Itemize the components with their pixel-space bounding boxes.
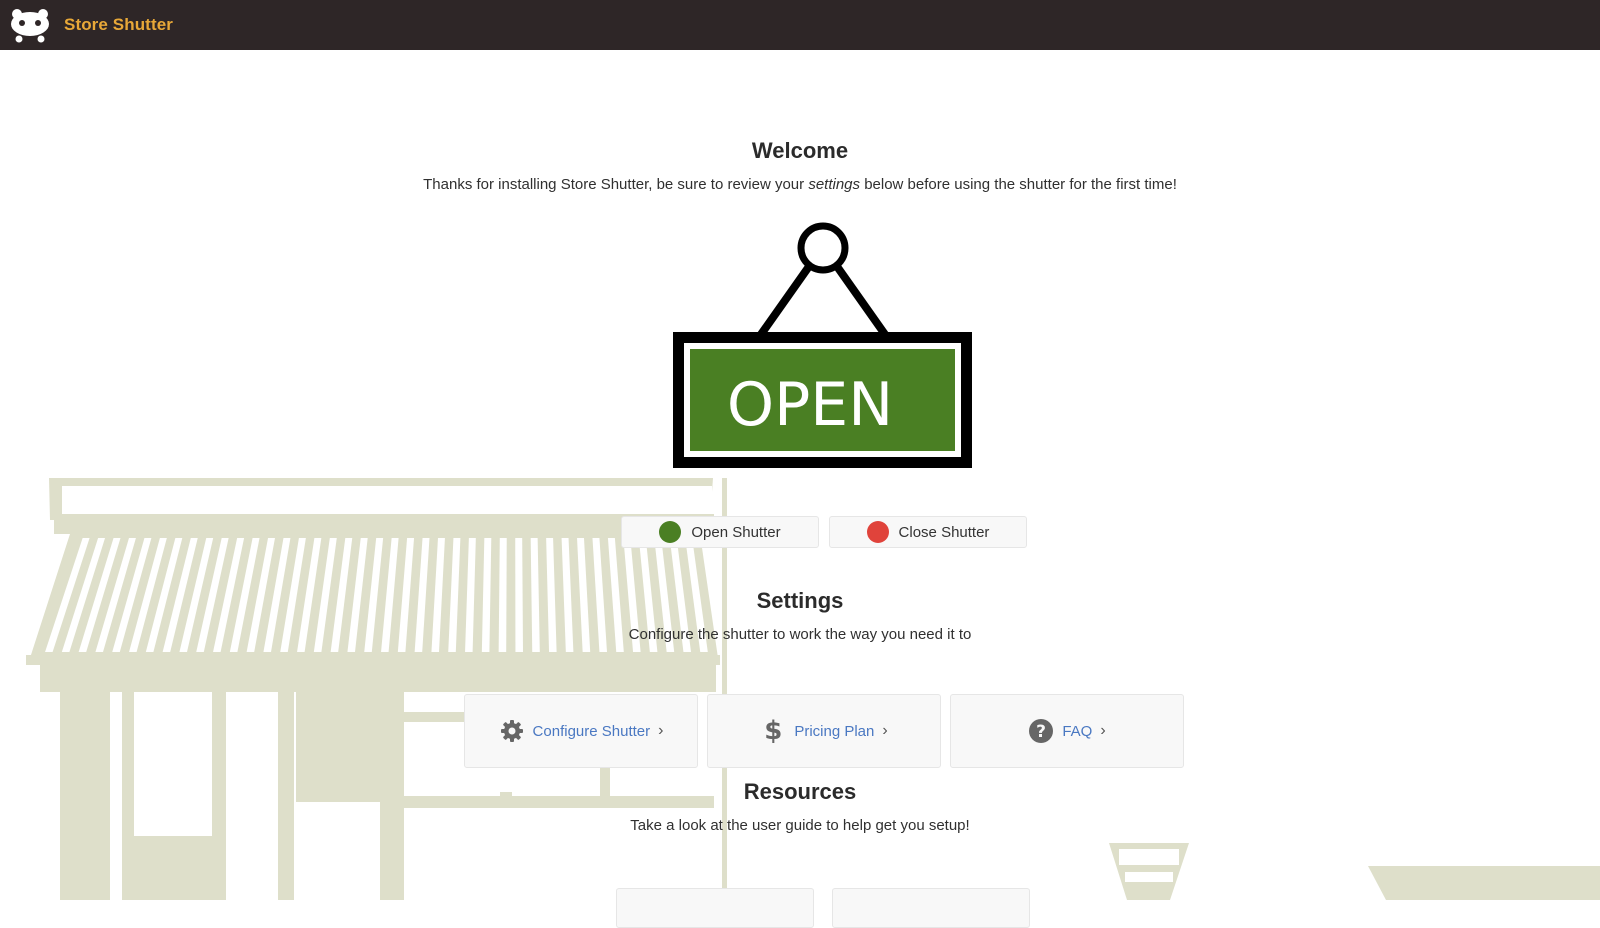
welcome-subtitle-before: Thanks for installing Store Shutter, be … — [423, 176, 809, 193]
green-status-dot-icon — [659, 521, 682, 543]
svg-text:?: ? — [1036, 722, 1046, 742]
open-shutter-button[interactable]: Open Shutter — [621, 516, 819, 548]
gear-icon — [499, 718, 525, 744]
app-header: Store Shutter — [0, 0, 1600, 50]
red-status-dot-icon — [866, 521, 889, 543]
close-shutter-button[interactable]: Close Shutter — [829, 516, 1027, 548]
configure-shutter-label: Configure Shutter — [532, 722, 651, 740]
question-circle-icon: ? — [1028, 718, 1054, 744]
welcome-subtitle: Thanks for installing Store Shutter, be … — [0, 176, 1600, 193]
chevron-right-icon: › — [1100, 722, 1106, 739]
resource-card[interactable] — [616, 888, 814, 928]
chevron-right-icon: › — [882, 722, 888, 739]
open-shutter-label: Open Shutter — [691, 523, 781, 541]
dollar-icon: $ — [764, 716, 783, 746]
configure-shutter-card[interactable]: Configure Shutter › — [464, 694, 698, 768]
resources-subtitle: Take a look at the user guide to help ge… — [630, 817, 970, 834]
welcome-title: Welcome — [751, 138, 849, 163]
main-content: Welcome Thanks for installing Store Shut… — [0, 50, 1600, 928]
welcome-subtitle-after: below before using the shutter for the f… — [860, 176, 1177, 193]
welcome-subtitle-emphasis: settings — [808, 176, 861, 193]
pricing-plan-label: Pricing Plan — [794, 722, 875, 740]
mascot-face-icon[interactable] — [8, 5, 52, 45]
resources-title: Resources — [743, 779, 857, 804]
pricing-plan-card[interactable]: $ Pricing Plan › — [707, 694, 941, 768]
sign-text: OPEN — [727, 370, 893, 440]
settings-subtitle: Configure the shutter to work the way yo… — [628, 626, 972, 643]
faq-card[interactable]: ? FAQ › — [950, 694, 1184, 768]
resource-card[interactable] — [832, 888, 1030, 928]
close-shutter-label: Close Shutter — [898, 523, 990, 541]
open-sign-illustration: OPEN — [670, 220, 975, 470]
app-title[interactable]: Store Shutter — [64, 15, 173, 35]
settings-title: Settings — [756, 588, 844, 613]
faq-label: FAQ — [1062, 722, 1093, 740]
chevron-right-icon: › — [658, 722, 664, 739]
